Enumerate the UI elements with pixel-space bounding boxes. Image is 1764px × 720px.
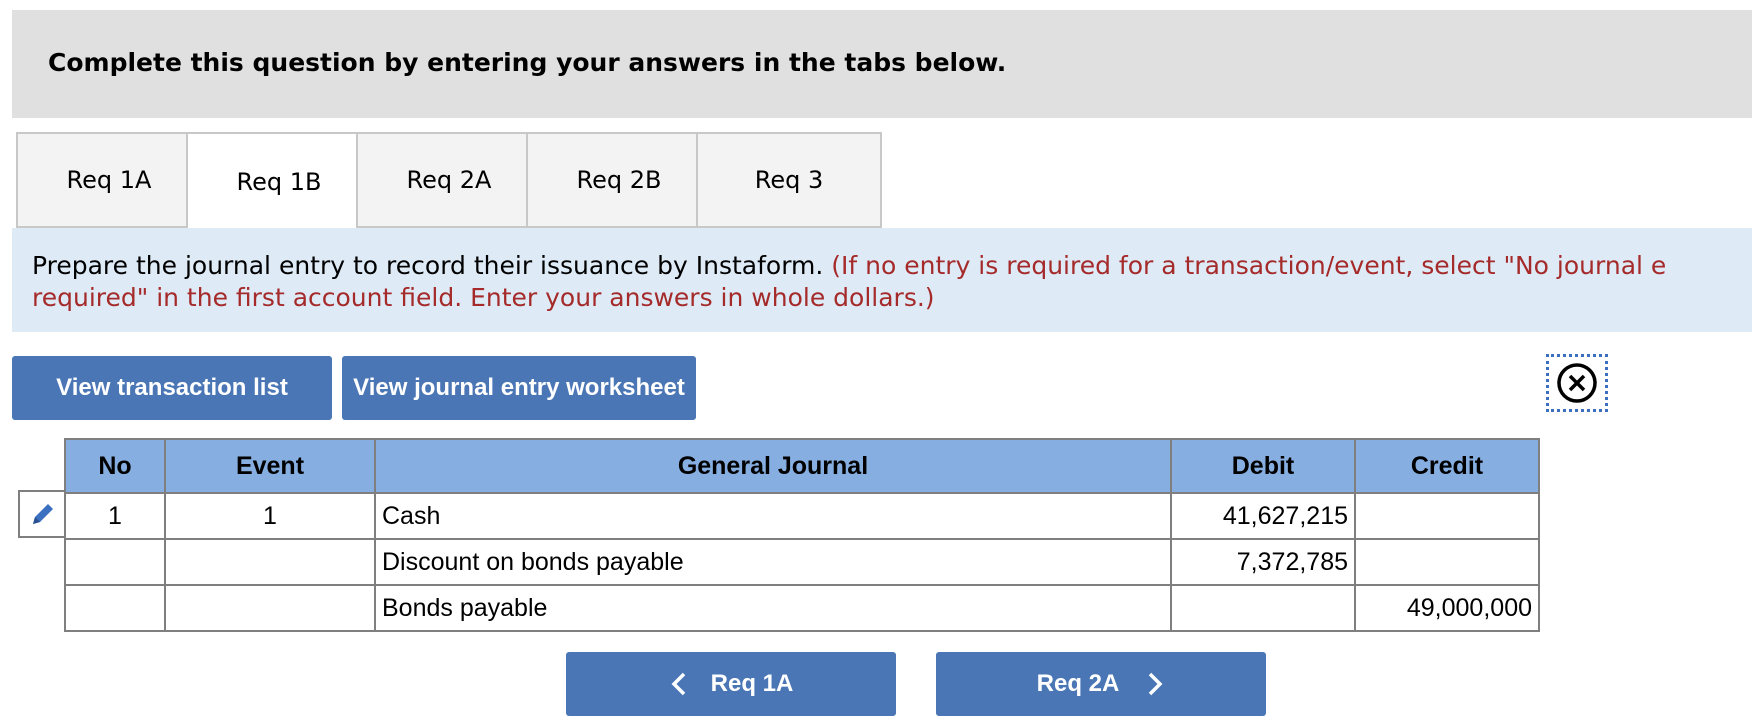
cell-debit: 41,627,215 xyxy=(1170,492,1356,540)
tab-req-1b[interactable]: Req 1B xyxy=(186,132,372,230)
table-row: Discount on bonds payable 7,372,785 xyxy=(64,538,1540,586)
chevron-right-icon xyxy=(1149,672,1163,696)
view-transaction-list-button[interactable]: View transaction list xyxy=(12,356,332,420)
cell-no xyxy=(64,538,166,586)
chevron-left-icon xyxy=(671,672,685,696)
cell-credit xyxy=(1354,492,1540,540)
cell-no: 1 xyxy=(64,492,166,540)
journal-table: No Event General Journal Debit Credit 1 … xyxy=(64,438,1540,632)
header-general-journal: General Journal xyxy=(374,438,1172,494)
table-row: Bonds payable 49,000,000 xyxy=(64,584,1540,632)
next-req-button[interactable]: Req 2A xyxy=(936,652,1266,716)
cell-event xyxy=(164,584,376,632)
header-debit: Debit xyxy=(1170,438,1356,494)
cell-debit xyxy=(1170,584,1356,632)
cell-debit: 7,372,785 xyxy=(1170,538,1356,586)
header-event: Event xyxy=(164,438,376,494)
prev-req-label: Req 1A xyxy=(710,670,794,697)
tab-bar: Req 1A Req 1B Req 2A Req 2B Req 3 xyxy=(16,132,1756,230)
instructions-note-2: required" in the first account field. En… xyxy=(32,283,935,312)
cell-credit xyxy=(1354,538,1540,586)
pencil-icon xyxy=(33,504,53,524)
instructions-main: Prepare the journal entry to record thei… xyxy=(32,251,824,280)
edit-entry-button[interactable] xyxy=(18,490,66,538)
cell-account: Bonds payable xyxy=(374,584,1172,632)
tab-req-2a[interactable]: Req 2A xyxy=(356,132,542,228)
cell-no xyxy=(64,584,166,632)
header-no: No xyxy=(64,438,166,494)
instructions-panel: Prepare the journal entry to record thei… xyxy=(12,228,1752,332)
tab-req-1a[interactable]: Req 1A xyxy=(16,132,202,228)
prev-req-button[interactable]: Req 1A xyxy=(566,652,896,716)
close-button[interactable] xyxy=(1546,354,1608,412)
cell-event: 1 xyxy=(164,492,376,540)
cell-credit: 49,000,000 xyxy=(1354,584,1540,632)
view-journal-worksheet-button[interactable]: View journal entry worksheet xyxy=(342,356,696,420)
header-credit: Credit xyxy=(1354,438,1540,494)
header-title: Complete this question by entering your … xyxy=(48,48,1007,77)
cell-account: Discount on bonds payable xyxy=(374,538,1172,586)
next-req-label: Req 2A xyxy=(1036,670,1120,697)
tab-req-2b[interactable]: Req 2B xyxy=(526,132,712,228)
table-header-row: No Event General Journal Debit Credit xyxy=(64,438,1540,494)
tab-req-3[interactable]: Req 3 xyxy=(696,132,882,228)
cell-account: Cash xyxy=(374,492,1172,540)
instructions-note-1: (If no entry is required for a transacti… xyxy=(831,251,1667,280)
close-circle-icon xyxy=(1557,363,1597,403)
table-row: 1 1 Cash 41,627,215 xyxy=(64,492,1540,540)
cell-event xyxy=(164,538,376,586)
question-header: Complete this question by entering your … xyxy=(12,10,1752,118)
